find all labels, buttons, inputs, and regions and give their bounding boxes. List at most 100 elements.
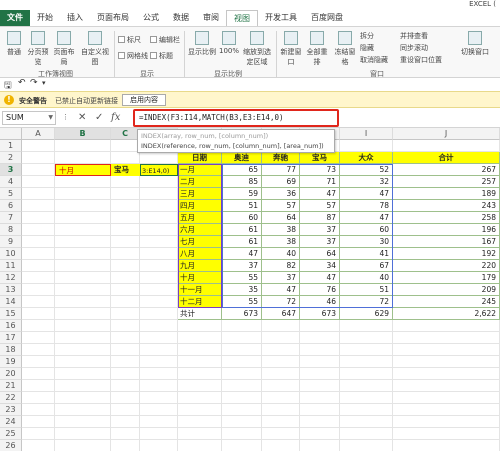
- table-value-cell[interactable]: 36: [262, 188, 300, 200]
- table-value-cell[interactable]: 59: [222, 188, 262, 200]
- table-value-cell[interactable]: 46: [300, 296, 340, 308]
- zoom-button[interactable]: 显示比例: [188, 31, 216, 57]
- name-box[interactable]: SUM ▼: [2, 111, 56, 125]
- tab-page-layout[interactable]: 页面布局: [90, 10, 136, 26]
- table-value-cell[interactable]: 37: [222, 260, 262, 272]
- table-value-cell[interactable]: 61: [222, 224, 262, 236]
- tab-formulas[interactable]: 公式: [136, 10, 166, 26]
- total-value-cell[interactable]: 647: [262, 308, 300, 320]
- table-value-cell[interactable]: 257: [393, 176, 500, 188]
- table-value-cell[interactable]: 40: [340, 272, 393, 284]
- custom-views-button[interactable]: 自定义视图: [79, 31, 111, 67]
- tab-developer[interactable]: 开发工具: [258, 10, 304, 26]
- month-label-cell[interactable]: 十月: [178, 272, 222, 284]
- table-value-cell[interactable]: 61: [222, 236, 262, 248]
- table-value-cell[interactable]: 78: [340, 200, 393, 212]
- total-value-cell[interactable]: 673: [222, 308, 262, 320]
- table-value-cell[interactable]: 47: [262, 284, 300, 296]
- column-header-j[interactable]: J: [393, 128, 500, 140]
- side-by-side-button[interactable]: 并排查看: [400, 31, 428, 41]
- table-value-cell[interactable]: 47: [222, 248, 262, 260]
- table-header-cell[interactable]: 宝马: [300, 152, 340, 164]
- row-header-14[interactable]: 14: [0, 296, 22, 308]
- row-header-25[interactable]: 25: [0, 428, 22, 440]
- table-value-cell[interactable]: 220: [393, 260, 500, 272]
- table-value-cell[interactable]: 69: [262, 176, 300, 188]
- month-label-cell[interactable]: 十一月: [178, 284, 222, 296]
- sync-scroll-button[interactable]: 同步滚动: [400, 43, 428, 53]
- table-value-cell[interactable]: 267: [393, 164, 500, 176]
- table-value-cell[interactable]: 47: [340, 188, 393, 200]
- table-value-cell[interactable]: 47: [300, 188, 340, 200]
- table-value-cell[interactable]: 243: [393, 200, 500, 212]
- row-header-24[interactable]: 24: [0, 416, 22, 428]
- table-value-cell[interactable]: 167: [393, 236, 500, 248]
- month-label-cell[interactable]: 八月: [178, 248, 222, 260]
- tab-data[interactable]: 数据: [166, 10, 196, 26]
- reset-position-button[interactable]: 重设窗口位置: [400, 55, 442, 65]
- month-label-cell[interactable]: 九月: [178, 260, 222, 272]
- freeze-panes-button[interactable]: 冻结窗格: [332, 31, 358, 67]
- table-value-cell[interactable]: 37: [262, 272, 300, 284]
- row-header-16[interactable]: 16: [0, 320, 22, 332]
- tab-file[interactable]: 文件: [0, 10, 30, 26]
- table-value-cell[interactable]: 87: [300, 212, 340, 224]
- row-header-11[interactable]: 11: [0, 260, 22, 272]
- table-value-cell[interactable]: 60: [222, 212, 262, 224]
- table-value-cell[interactable]: 60: [340, 224, 393, 236]
- active-formula-cell[interactable]: 3:E14,0): [140, 164, 178, 176]
- switch-windows-button[interactable]: 切换窗口: [460, 31, 490, 57]
- column-header-a[interactable]: A: [22, 128, 55, 140]
- tab-baidu-netdisk[interactable]: 百度网盘: [304, 10, 350, 26]
- column-header-b[interactable]: B: [55, 128, 111, 140]
- row-header-19[interactable]: 19: [0, 356, 22, 368]
- new-window-button[interactable]: 新建窗口: [279, 31, 303, 67]
- table-header-cell[interactable]: 奔驰: [262, 152, 300, 164]
- table-value-cell[interactable]: 65: [222, 164, 262, 176]
- table-header-cell[interactable]: 奥迪: [222, 152, 262, 164]
- customize-qat-icon[interactable]: ▾: [42, 79, 46, 87]
- table-value-cell[interactable]: 57: [300, 200, 340, 212]
- tab-insert[interactable]: 插入: [60, 10, 90, 26]
- row-header-4[interactable]: 4: [0, 176, 22, 188]
- headings-checkbox[interactable]: 标题: [150, 51, 173, 61]
- table-value-cell[interactable]: 64: [262, 212, 300, 224]
- row-header-12[interactable]: 12: [0, 272, 22, 284]
- zoom-100-button[interactable]: 100%: [218, 31, 240, 55]
- table-value-cell[interactable]: 179: [393, 272, 500, 284]
- month-label-cell[interactable]: 十二月: [178, 296, 222, 308]
- undo-icon[interactable]: ↶: [18, 78, 26, 88]
- row-header-2[interactable]: 2: [0, 152, 22, 164]
- table-value-cell[interactable]: 47: [340, 212, 393, 224]
- table-value-cell[interactable]: 189: [393, 188, 500, 200]
- table-value-cell[interactable]: 196: [393, 224, 500, 236]
- row-header-8[interactable]: 8: [0, 224, 22, 236]
- table-value-cell[interactable]: 37: [300, 236, 340, 248]
- table-value-cell[interactable]: 51: [340, 284, 393, 296]
- table-value-cell[interactable]: 73: [300, 164, 340, 176]
- page-layout-view-button[interactable]: 页面布局: [51, 31, 77, 67]
- page-break-preview-button[interactable]: 分页预览: [27, 31, 49, 67]
- gridlines-checkbox[interactable]: 网格线: [118, 51, 148, 61]
- cancel-icon[interactable]: ✕: [78, 112, 86, 123]
- table-value-cell[interactable]: 55: [222, 272, 262, 284]
- chevron-down-icon[interactable]: ▼: [48, 112, 53, 124]
- row-header-22[interactable]: 22: [0, 392, 22, 404]
- month-label-cell[interactable]: 一月: [178, 164, 222, 176]
- tooltip-syntax-array[interactable]: INDEX(array, row_num, [column_num]): [141, 131, 331, 141]
- lookup-brand-cell[interactable]: 宝马: [111, 164, 140, 176]
- total-value-cell[interactable]: 2,622: [393, 308, 500, 320]
- insert-function-icon[interactable]: fx: [111, 112, 120, 123]
- table-value-cell[interactable]: 57: [262, 200, 300, 212]
- table-header-cell[interactable]: 合计: [393, 152, 500, 164]
- formula-bar-checkbox[interactable]: 编辑栏: [150, 35, 180, 45]
- table-value-cell[interactable]: 82: [262, 260, 300, 272]
- ruler-checkbox[interactable]: 标尺: [118, 35, 141, 45]
- table-value-cell[interactable]: 41: [340, 248, 393, 260]
- row-header-9[interactable]: 9: [0, 236, 22, 248]
- row-header-18[interactable]: 18: [0, 344, 22, 356]
- hide-button[interactable]: 隐藏: [360, 43, 374, 53]
- table-value-cell[interactable]: 34: [300, 260, 340, 272]
- normal-view-button[interactable]: 普通: [4, 31, 24, 57]
- month-label-cell[interactable]: 四月: [178, 200, 222, 212]
